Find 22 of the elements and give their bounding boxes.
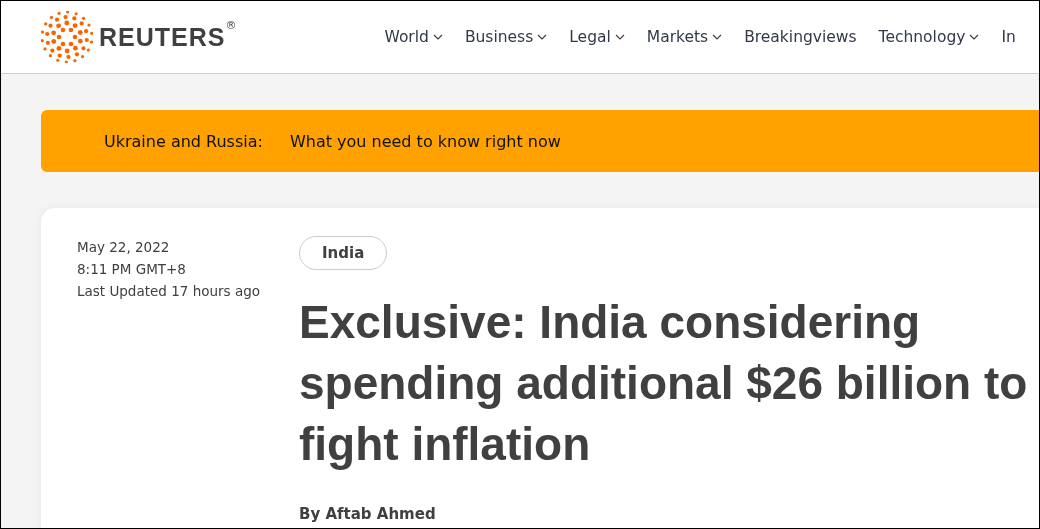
registered-mark: ® <box>225 18 237 32</box>
last-updated: Last Updated 17 hours ago <box>77 282 261 301</box>
byline: By Aftab Ahmed <box>299 505 436 523</box>
chevron-icon <box>969 34 980 40</box>
chevron-icon <box>537 34 548 40</box>
logo-icon[interactable] <box>41 11 93 63</box>
nav-link[interactable]: Business <box>464 28 548 46</box>
headline: Exclusive: India considering spending additional $26 billion to fight inflation <box>299 295 1029 472</box>
logo-text[interactable]: REUTERS <box>99 22 226 52</box>
nav-link[interactable]: World <box>384 28 443 46</box>
chevron-icon <box>712 34 723 40</box>
publish-time: 8:11 PM GMT+8 <box>77 260 187 279</box>
banner-topic: Ukraine and Russia: <box>104 131 263 151</box>
nav-link[interactable]: In <box>1001 28 1016 46</box>
nav-link[interactable]: Markets <box>646 28 723 46</box>
banner-link[interactable]: What you need to know right now <box>289 131 561 151</box>
nav-link[interactable]: Technology <box>878 28 980 46</box>
chevron-icon <box>614 34 625 40</box>
nav-link[interactable]: Legal <box>569 28 625 46</box>
chevron-icon <box>432 34 443 40</box>
nav-link[interactable]: Breakingviews <box>744 28 857 46</box>
publish-date: May 22, 2022 <box>77 238 171 257</box>
